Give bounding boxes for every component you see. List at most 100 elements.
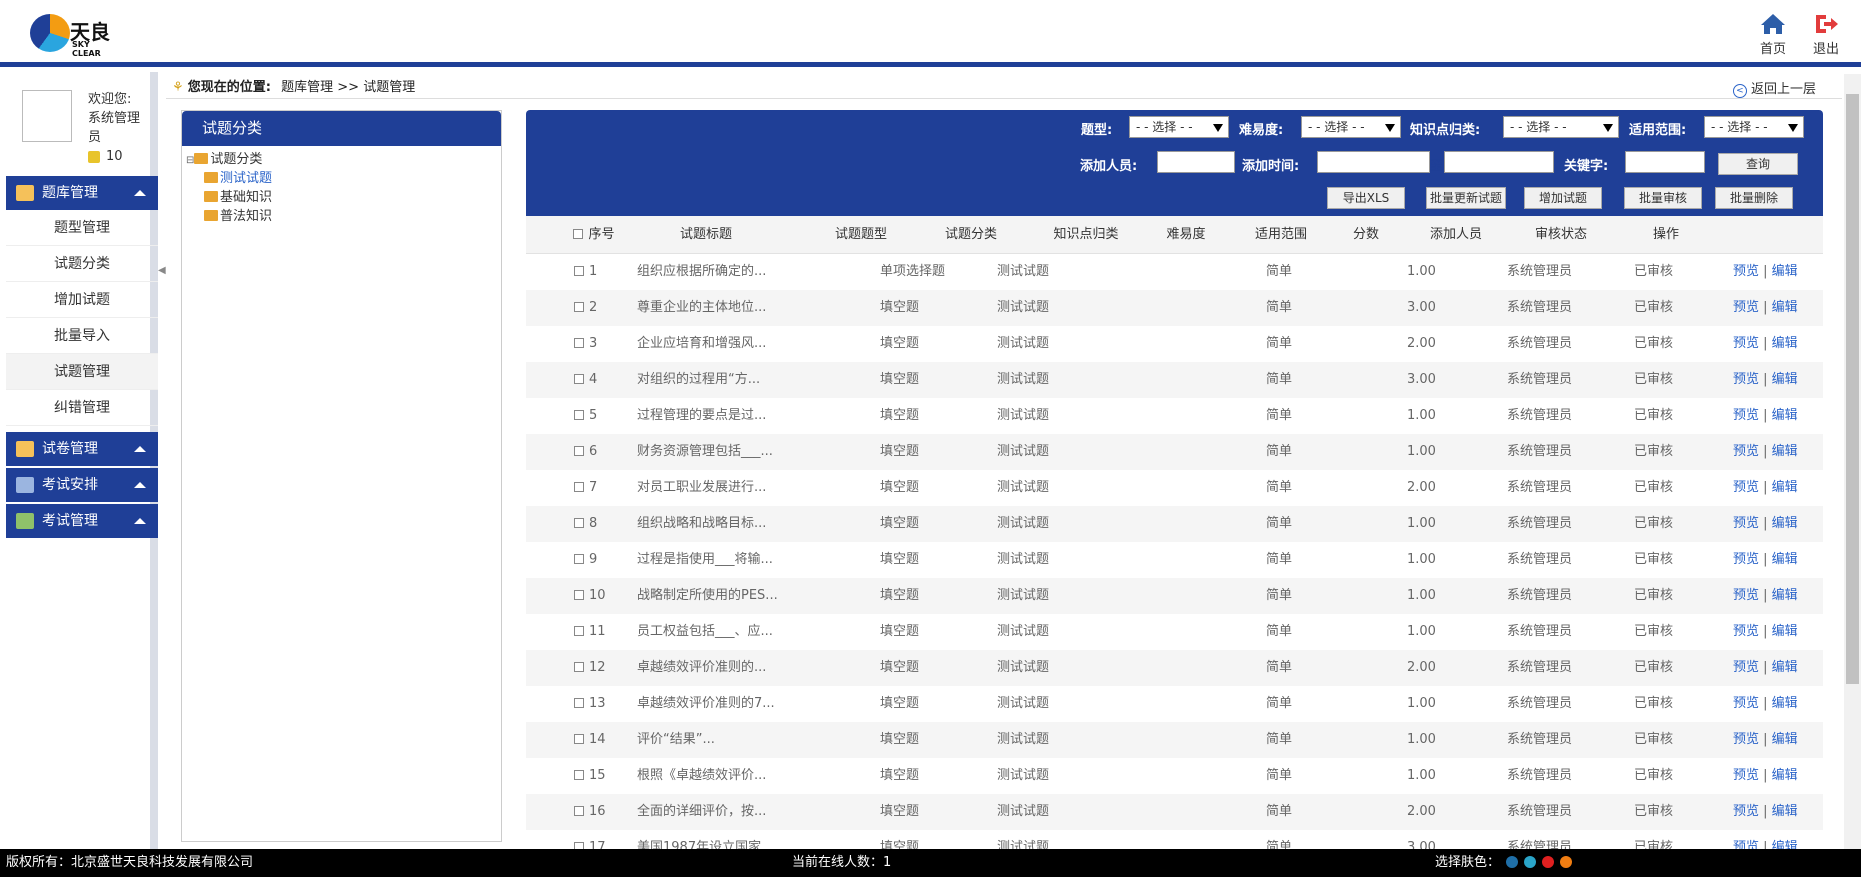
edit-link[interactable]: 编辑: [1772, 624, 1798, 639]
row-actions: 预览 | 编辑: [1733, 326, 1798, 362]
menu-group-question-bank[interactable]: 题库管理: [6, 176, 158, 210]
knowledge-label: 知识点归类:: [1410, 123, 1481, 138]
skin-color-option[interactable]: [1524, 856, 1537, 868]
preview-link[interactable]: 预览: [1733, 732, 1759, 747]
preview-link[interactable]: 预览: [1733, 624, 1759, 639]
row-checkbox[interactable]: [574, 266, 584, 276]
batch-delete-button[interactable]: 批量删除: [1715, 187, 1793, 209]
sidebar-item-question-management[interactable]: 试题管理: [6, 354, 158, 390]
edit-link[interactable]: 编辑: [1772, 264, 1798, 279]
folder-icon: [204, 210, 218, 221]
edit-link[interactable]: 编辑: [1772, 372, 1798, 387]
skin-color-option[interactable]: [1506, 856, 1519, 868]
scope-select[interactable]: - - 选择 - -: [1704, 116, 1804, 138]
cell-type: 填空题: [880, 588, 920, 603]
sidebar-item-batch-import[interactable]: 批量导入: [6, 318, 158, 354]
select-value: - - 选择 - -: [1308, 120, 1365, 134]
edit-link[interactable]: 编辑: [1772, 552, 1798, 567]
edit-link[interactable]: 编辑: [1772, 804, 1798, 819]
preview-link[interactable]: 预览: [1733, 372, 1759, 387]
sidebar-item-add-question[interactable]: 增加试题: [6, 282, 158, 318]
tree-node-test[interactable]: 测试试题: [204, 167, 272, 186]
edit-link[interactable]: 编辑: [1772, 480, 1798, 495]
add-question-button[interactable]: 增加试题: [1524, 187, 1602, 209]
sidebar-item-type-management[interactable]: 题型管理: [6, 210, 158, 246]
preview-link[interactable]: 预览: [1733, 552, 1759, 567]
keyword-input[interactable]: [1625, 151, 1705, 173]
cell-title: 卓越绩效评价准则的7...: [637, 696, 775, 711]
scrollbar[interactable]: [1844, 74, 1861, 849]
table-row: 9 过程是指使用___将输... 填空题 测试试题 简单 1.00 系统管理员 已审核 预览 |…: [526, 542, 1823, 578]
back-link[interactable]: < 返回上一层: [1732, 78, 1816, 98]
edit-link[interactable]: 编辑: [1772, 336, 1798, 351]
type-select[interactable]: - - 选择 - -: [1129, 116, 1229, 138]
row-checkbox[interactable]: [574, 770, 584, 780]
edit-link[interactable]: 编辑: [1772, 768, 1798, 783]
batch-update-button[interactable]: 批量更新试题: [1426, 187, 1506, 209]
tree-node-basic[interactable]: 基础知识: [204, 186, 272, 205]
preview-link[interactable]: 预览: [1733, 264, 1759, 279]
cell-diff: 简单: [1266, 372, 1293, 387]
tree-root[interactable]: ⊟ 试题分类: [186, 148, 262, 167]
row-checkbox[interactable]: [574, 554, 584, 564]
knowledge-select[interactable]: - - 选择 - -: [1503, 116, 1619, 138]
query-button[interactable]: 查询: [1718, 153, 1798, 175]
preview-link[interactable]: 预览: [1733, 588, 1759, 603]
edit-link[interactable]: 编辑: [1772, 516, 1798, 531]
start-date-input[interactable]: [1317, 151, 1430, 173]
preview-link[interactable]: 预览: [1733, 336, 1759, 351]
preview-link[interactable]: 预览: [1733, 660, 1759, 675]
preview-link[interactable]: 预览: [1733, 804, 1759, 819]
sidebar-collapse-handle[interactable]: ◀: [158, 265, 166, 295]
row-checkbox[interactable]: [574, 662, 584, 672]
skin-color-option[interactable]: [1542, 856, 1555, 868]
preview-link[interactable]: 预览: [1733, 408, 1759, 423]
row-checkbox[interactable]: [574, 806, 584, 816]
table-row: 13 卓越绩效评价准则的7... 填空题 测试试题 简单 1.00 系统管理员 已审核 预览 |…: [526, 686, 1823, 722]
cell-adder: 系统管理员: [1507, 480, 1573, 495]
preview-link[interactable]: 预览: [1733, 696, 1759, 711]
row-checkbox[interactable]: [574, 590, 584, 600]
sidebar-item-category[interactable]: 试题分类: [6, 246, 158, 282]
menu-group-papers[interactable]: 试卷管理: [6, 432, 158, 466]
edit-link[interactable]: 编辑: [1772, 660, 1798, 675]
skin-color-option[interactable]: [1560, 856, 1573, 868]
tree-node-law[interactable]: 普法知识: [204, 205, 272, 224]
logout-button[interactable]: 退出: [1806, 12, 1846, 57]
export-xls-button[interactable]: 导出XLS: [1327, 187, 1405, 209]
menu-group-exam-schedule[interactable]: 考试安排: [6, 468, 158, 502]
row-checkbox[interactable]: [574, 518, 584, 528]
edit-link[interactable]: 编辑: [1772, 732, 1798, 747]
end-date-input[interactable]: [1444, 151, 1554, 173]
preview-link[interactable]: 预览: [1733, 516, 1759, 531]
preview-link[interactable]: 预览: [1733, 300, 1759, 315]
preview-link[interactable]: 预览: [1733, 768, 1759, 783]
row-checkbox[interactable]: [574, 482, 584, 492]
edit-link[interactable]: 编辑: [1772, 696, 1798, 711]
question-bank-icon: [16, 185, 34, 201]
row-checkbox[interactable]: [574, 374, 584, 384]
select-all-checkbox[interactable]: [573, 229, 584, 239]
home-button[interactable]: 首页: [1753, 12, 1793, 57]
row-checkbox[interactable]: [574, 338, 584, 348]
row-checkbox[interactable]: [574, 302, 584, 312]
row-checkbox[interactable]: [574, 626, 584, 636]
breadcrumb-prefix: 您现在的位置:: [187, 80, 271, 95]
menu-group-exam-management[interactable]: 考试管理: [6, 504, 158, 538]
row-checkbox[interactable]: [574, 446, 584, 456]
row-checkbox[interactable]: [574, 734, 584, 744]
difficulty-select[interactable]: - - 选择 - -: [1301, 116, 1401, 138]
row-checkbox[interactable]: [574, 698, 584, 708]
edit-link[interactable]: 编辑: [1772, 408, 1798, 423]
row-checkbox[interactable]: [574, 410, 584, 420]
row-number: 9: [589, 552, 598, 567]
preview-link[interactable]: 预览: [1733, 444, 1759, 459]
scrollbar-thumb[interactable]: [1846, 94, 1859, 684]
preview-link[interactable]: 预览: [1733, 480, 1759, 495]
edit-link[interactable]: 编辑: [1772, 588, 1798, 603]
adder-input[interactable]: [1157, 151, 1235, 173]
edit-link[interactable]: 编辑: [1772, 444, 1798, 459]
batch-review-button[interactable]: 批量审核: [1624, 187, 1702, 209]
edit-link[interactable]: 编辑: [1772, 300, 1798, 315]
sidebar-item-error-correction[interactable]: 纠错管理: [6, 390, 158, 426]
